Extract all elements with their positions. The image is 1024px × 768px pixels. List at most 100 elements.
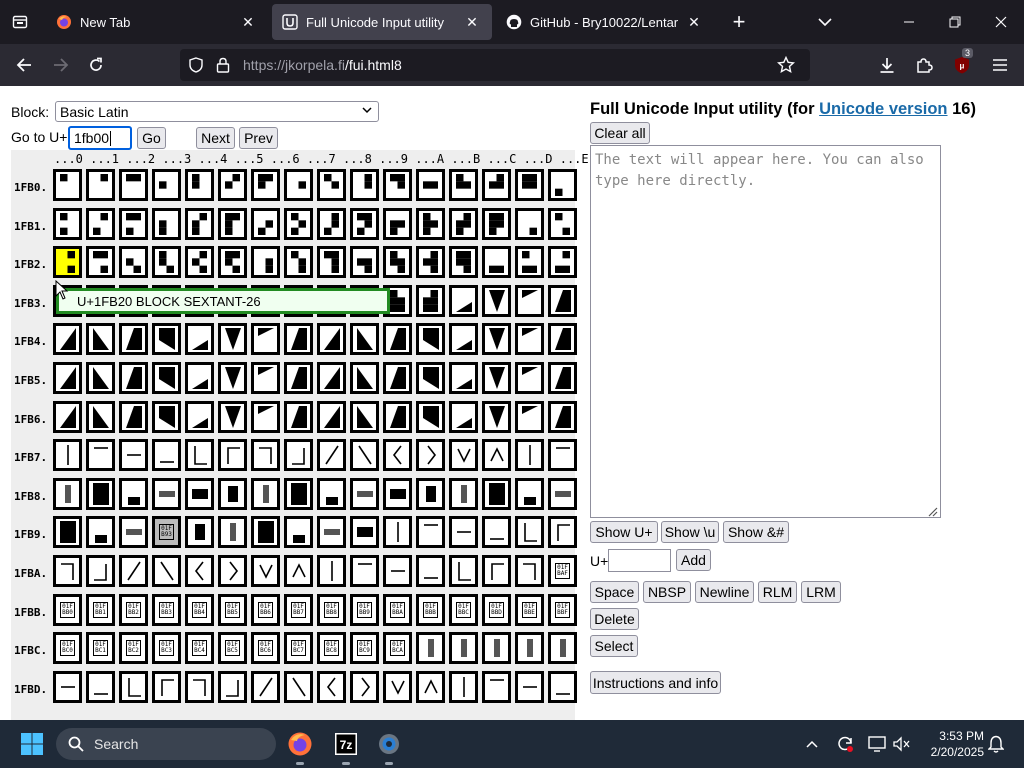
char-cell[interactable] — [317, 207, 346, 240]
char-cell[interactable] — [53, 207, 82, 240]
char-cell[interactable] — [251, 362, 280, 394]
char-cell[interactable] — [86, 670, 115, 703]
char-cell[interactable] — [548, 207, 577, 240]
char-cell[interactable] — [548, 439, 577, 472]
char-cell[interactable] — [449, 169, 478, 201]
char-cell[interactable] — [515, 284, 544, 317]
list-tabs-chevron-icon[interactable] — [811, 8, 839, 36]
output-textarea[interactable]: The text will appear here. You can also … — [590, 145, 941, 518]
char-cell[interactable] — [515, 670, 544, 703]
char-cell[interactable] — [416, 516, 445, 549]
char-cell[interactable] — [383, 246, 412, 279]
char-cell[interactable] — [449, 362, 478, 394]
char-cell[interactable] — [416, 169, 445, 201]
prev-button[interactable]: Prev — [239, 127, 278, 149]
char-cell[interactable] — [284, 207, 313, 240]
char-cell[interactable] — [482, 670, 511, 703]
char-cell[interactable] — [383, 362, 412, 394]
char-cell[interactable] — [416, 555, 445, 587]
nbsp-button[interactable]: NBSP — [643, 581, 691, 603]
char-cell[interactable] — [350, 207, 379, 240]
char-cell[interactable] — [53, 323, 82, 356]
char-cell[interactable] — [482, 439, 511, 472]
char-cell[interactable] — [86, 246, 115, 279]
char-cell[interactable] — [152, 169, 181, 201]
char-cell[interactable] — [185, 207, 214, 240]
bookmark-star-icon[interactable] — [776, 55, 796, 79]
tab-unicode-input[interactable]: Full Unicode Input utility ✕ — [272, 4, 492, 40]
char-cell[interactable]: 01F BBB — [416, 593, 445, 626]
char-cell[interactable] — [548, 169, 577, 201]
char-cell[interactable] — [548, 516, 577, 549]
char-cell[interactable] — [86, 555, 115, 587]
url-bar[interactable]: https://jkorpela.fi/fui.html8 — [180, 49, 810, 81]
char-cell[interactable] — [53, 362, 82, 394]
char-cell[interactable]: 01F BC4 — [185, 632, 214, 665]
char-cell[interactable]: 01F BC3 — [152, 632, 181, 665]
char-cell[interactable] — [284, 670, 313, 703]
char-cell[interactable] — [515, 207, 544, 240]
close-tab-icon[interactable]: ✕ — [238, 12, 258, 32]
char-cell[interactable] — [152, 323, 181, 356]
char-cell[interactable] — [350, 246, 379, 279]
char-cell[interactable] — [416, 284, 445, 317]
char-cell[interactable] — [119, 477, 148, 510]
lrm-button[interactable]: LRM — [801, 581, 841, 603]
char-cell[interactable] — [284, 516, 313, 549]
char-cell[interactable] — [152, 477, 181, 510]
char-cell[interactable] — [515, 400, 544, 433]
char-cell[interactable] — [383, 207, 412, 240]
char-cell[interactable] — [53, 555, 82, 587]
char-cell[interactable] — [317, 516, 346, 549]
char-cell[interactable] — [449, 632, 478, 665]
char-cell[interactable]: 01F BB3 — [152, 593, 181, 626]
firefox-view-icon[interactable] — [6, 8, 34, 36]
resize-handle-icon[interactable] — [926, 503, 938, 517]
char-cell[interactable] — [548, 477, 577, 510]
char-cell[interactable] — [482, 323, 511, 356]
char-cell[interactable] — [482, 516, 511, 549]
char-cell[interactable] — [449, 555, 478, 587]
rlm-button[interactable]: RLM — [758, 581, 797, 603]
delete-button[interactable]: Delete — [590, 608, 639, 630]
char-cell[interactable]: 01F BB4 — [185, 593, 214, 626]
char-cell[interactable] — [350, 516, 379, 549]
char-cell[interactable]: 01F BB5 — [218, 593, 247, 626]
show-uplus-button[interactable]: Show U+ — [590, 521, 658, 543]
space-button[interactable]: Space — [590, 581, 639, 603]
char-cell[interactable] — [284, 555, 313, 587]
unicode-version-link[interactable]: Unicode version — [819, 100, 947, 118]
char-cell[interactable] — [284, 246, 313, 279]
char-cell[interactable] — [383, 670, 412, 703]
char-cell[interactable] — [350, 400, 379, 433]
char-cell[interactable] — [119, 555, 148, 587]
char-cell[interactable] — [119, 362, 148, 394]
minimize-icon[interactable] — [886, 0, 932, 44]
settings-gear-taskbar-icon[interactable] — [373, 728, 405, 765]
char-cell[interactable] — [350, 555, 379, 587]
char-cell[interactable] — [416, 400, 445, 433]
char-cell[interactable] — [548, 670, 577, 703]
char-cell[interactable] — [152, 246, 181, 279]
new-tab-plus-icon[interactable]: + — [725, 8, 753, 36]
char-cell[interactable]: 01F BAF — [548, 555, 577, 587]
char-cell[interactable]: 01F BC2 — [119, 632, 148, 665]
close-tab-icon[interactable]: ✕ — [462, 12, 482, 32]
char-cell[interactable] — [548, 400, 577, 433]
char-cell[interactable] — [416, 323, 445, 356]
char-cell[interactable] — [218, 400, 247, 433]
goto-codepoint-input[interactable]: 1fb00 — [68, 126, 132, 150]
char-cell[interactable] — [218, 555, 247, 587]
char-cell[interactable]: 01F BB2 — [119, 593, 148, 626]
char-cell[interactable]: 01F BC0 — [53, 632, 82, 665]
7zip-taskbar-icon[interactable]: 7z — [330, 728, 362, 765]
char-cell[interactable] — [218, 670, 247, 703]
char-cell[interactable] — [317, 246, 346, 279]
char-cell[interactable] — [251, 207, 280, 240]
char-cell[interactable]: 01F BC6 — [251, 632, 280, 665]
char-cell[interactable]: 01F BB9 — [350, 593, 379, 626]
char-cell[interactable] — [185, 400, 214, 433]
char-cell[interactable] — [449, 477, 478, 510]
char-cell[interactable] — [251, 323, 280, 356]
char-cell[interactable] — [383, 439, 412, 472]
